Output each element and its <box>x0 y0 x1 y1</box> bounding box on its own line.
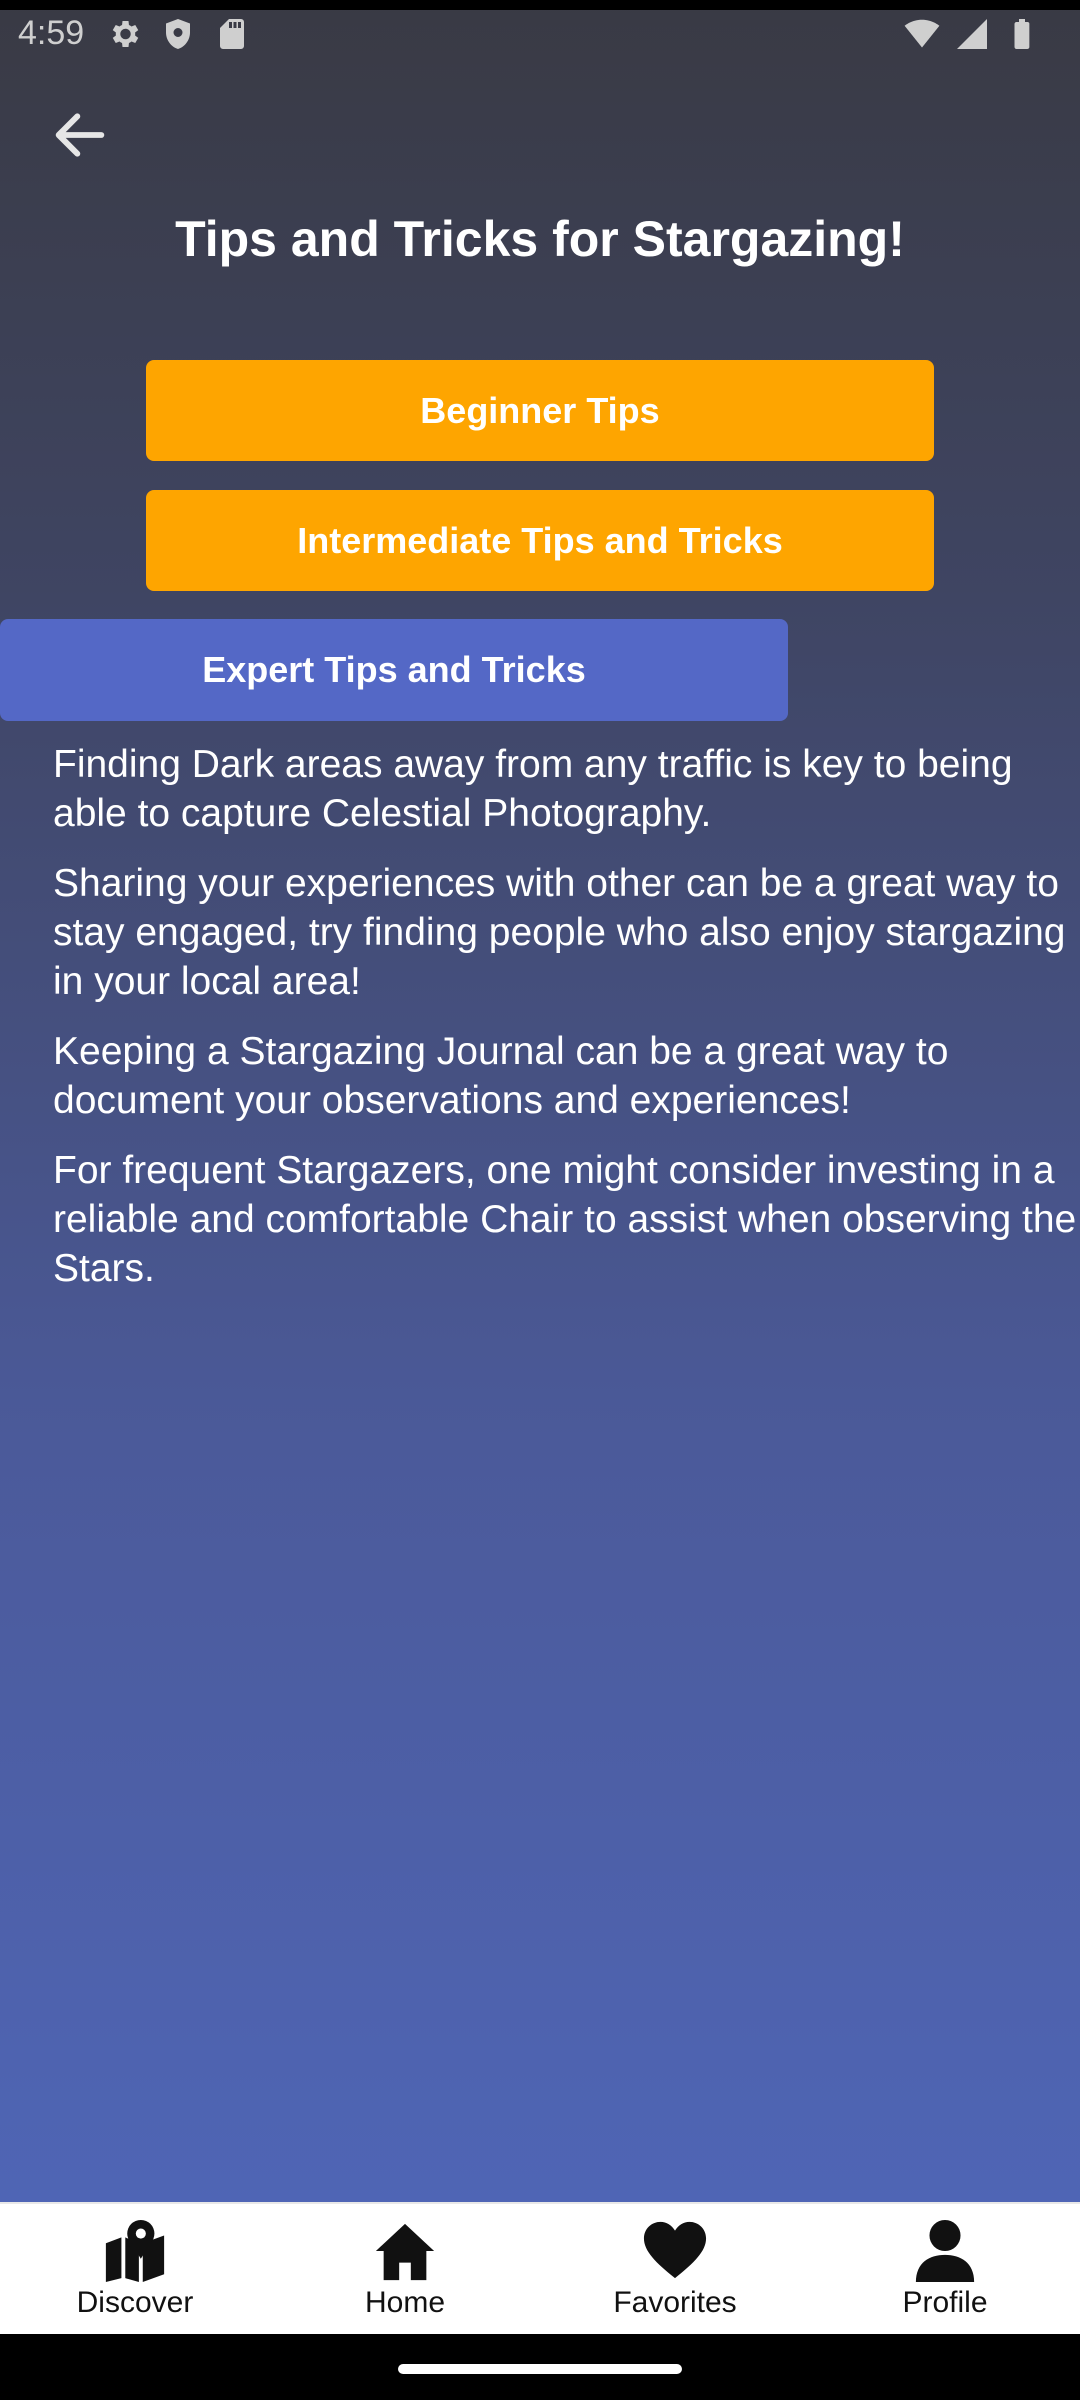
person-icon <box>915 2219 975 2283</box>
arrow-left-icon <box>55 113 105 157</box>
top-black-strip <box>0 0 1080 10</box>
nav-label-discover: Discover <box>76 2286 194 2319</box>
expert-tips-button[interactable]: Expert Tips and Tricks <box>0 619 788 721</box>
status-bar: 4:59 <box>0 10 1080 62</box>
nav-item-home[interactable]: Home <box>270 2204 540 2336</box>
nav-item-favorites[interactable]: Favorites <box>540 2204 810 2336</box>
gesture-navigation-bar <box>0 2334 1080 2400</box>
sd-card-icon <box>220 19 244 49</box>
app-screen: 4:59 Tips and Tricks for Stargazing! Beg… <box>0 0 1080 2400</box>
tip-item: For frequent Stargazers, one might consi… <box>53 1149 1077 1290</box>
nav-label-home: Home <box>364 2286 446 2319</box>
tips-list: Finding Dark areas away from any traffic… <box>53 740 1080 1314</box>
nav-label-favorites: Favorites <box>613 2286 737 2319</box>
heart-icon <box>643 2221 707 2279</box>
status-time: 4:59 <box>18 14 85 52</box>
intermediate-tips-button[interactable]: Intermediate Tips and Tricks <box>146 490 934 591</box>
beginner-tips-button[interactable]: Beginner Tips <box>146 360 934 461</box>
home-icon <box>375 2223 435 2281</box>
nav-item-profile[interactable]: Profile <box>810 2204 1080 2336</box>
tip-item: Keeping a Stargazing Journal can be a gr… <box>53 1030 949 1122</box>
cell-signal-icon <box>957 19 987 49</box>
gear-icon <box>112 20 139 48</box>
shield-icon <box>166 19 190 49</box>
back-button[interactable] <box>40 100 120 170</box>
nav-label-profile: Profile <box>902 2286 988 2319</box>
tip-item: Sharing your experiences with other can … <box>53 862 1066 1003</box>
status-right-icons <box>904 16 1040 52</box>
map-pin-icon <box>105 2219 165 2283</box>
bottom-navigation: Discover Home Favorites Profile <box>0 2202 1080 2336</box>
wifi-icon <box>904 19 940 48</box>
status-left-icons <box>106 16 250 52</box>
page-title: Tips and Tricks for Stargazing! <box>175 211 905 267</box>
home-gesture-handle[interactable] <box>398 2364 682 2374</box>
nav-item-discover[interactable]: Discover <box>0 2204 270 2336</box>
tip-item: Finding Dark areas away from any traffic… <box>53 743 1013 835</box>
battery-icon <box>1014 19 1030 49</box>
